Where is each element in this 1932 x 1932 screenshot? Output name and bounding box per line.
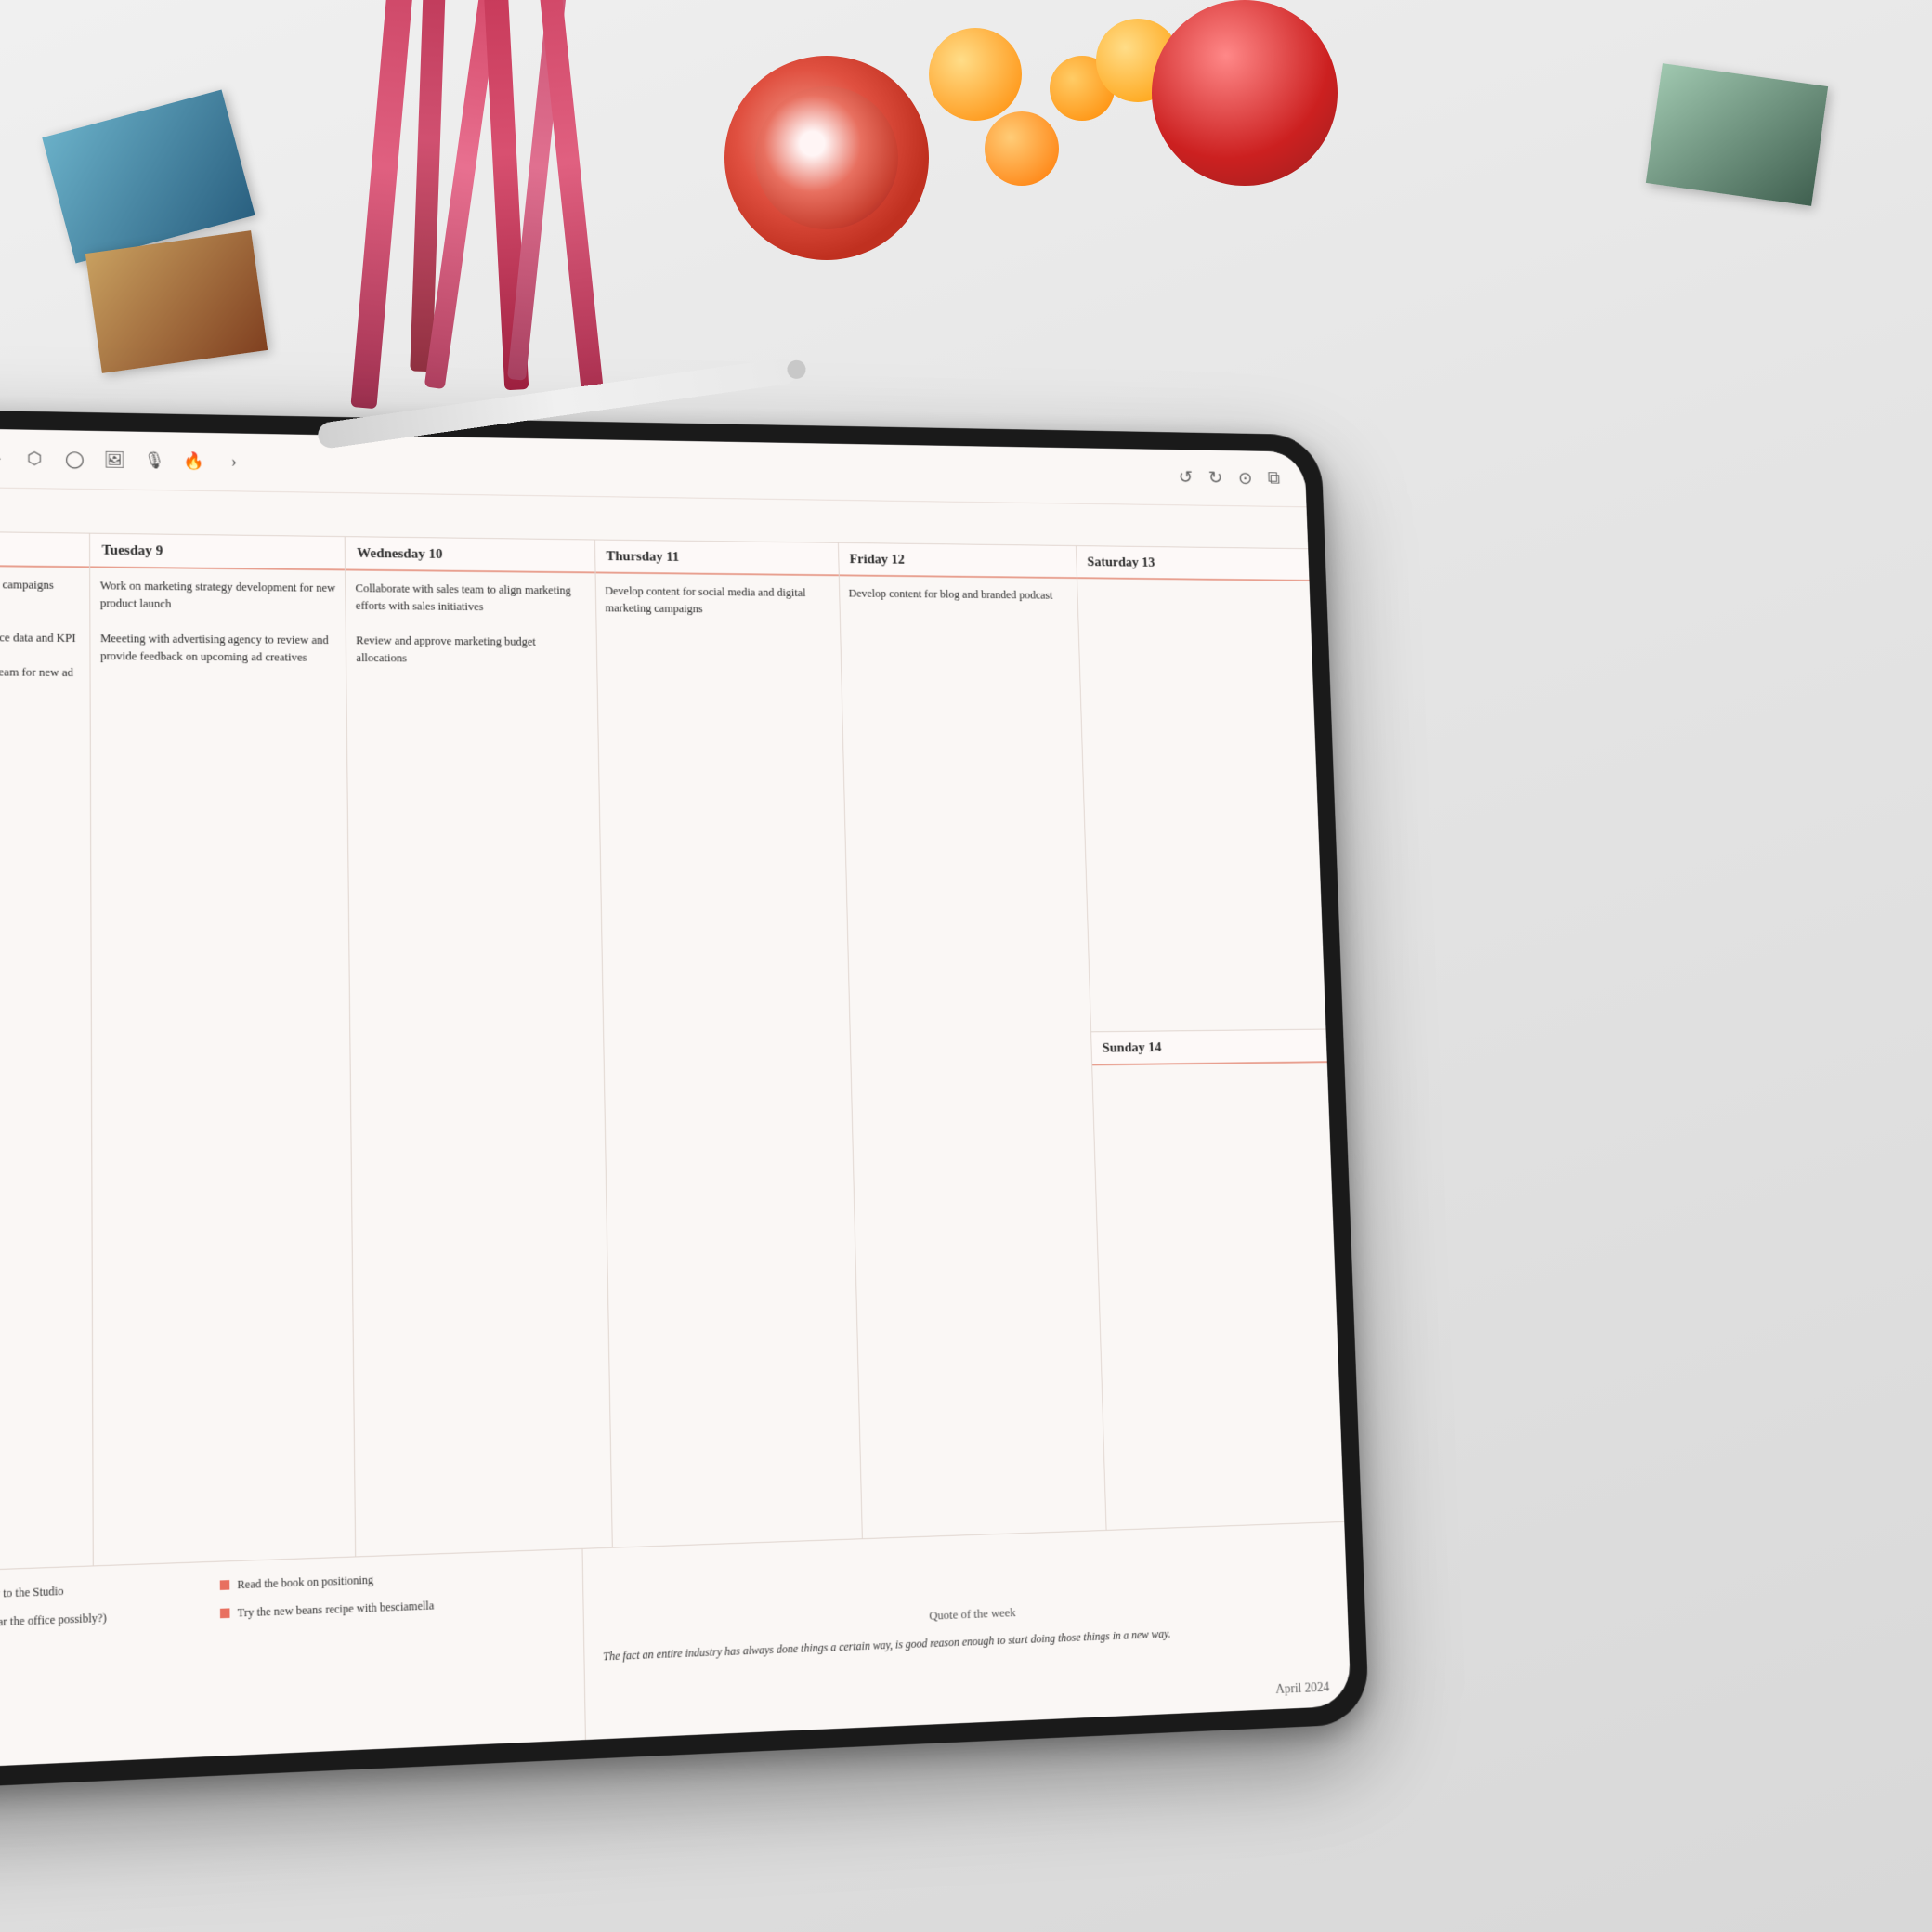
bottom-text-2: Sign up for yoga classes (near the offic… [0,1610,107,1636]
image-icon[interactable]: 🖼 [101,447,128,473]
bottom-text-4: Try the new beans recipe with besciamell… [238,1598,435,1621]
shape-icon[interactable]: ◯ [61,447,88,473]
bullet-4 [220,1608,230,1618]
sunday-header: Sunday 14 [1091,1029,1327,1065]
friday-event-1: Develop content for blog and branded pod… [848,585,1068,605]
bottom-left: Remember to leave a review to the Studio… [0,1549,584,1774]
wednesday-header: Wednesday 10 [346,537,594,573]
bottom-right: Quote of the week The fact an entire ind… [581,1522,1351,1740]
share-icon[interactable]: ⊙ [1237,467,1252,490]
calendar-content: Week 15 >> Monday 8 meeting to discuss i… [0,486,1351,1773]
bottom-text-1: Remember to leave a review to the Studio [0,1583,64,1607]
friday-events: Develop content for blog and branded pod… [839,576,1105,1538]
friday-header: Friday 12 [839,543,1077,579]
thursday-header: Thursday 11 [594,540,838,576]
saturday-header: Saturday 13 [1077,546,1310,581]
bottom-item-1: Remember to leave a review to the Studio [0,1578,201,1608]
orange-1 [929,28,1022,121]
mic-icon[interactable]: 🎙 [141,448,168,474]
toolbar-left: ✏️ 🖊️ 🖍️ ◇ ⬡ ◯ 🖼 🎙 🔥 › [0,443,247,475]
weekend-column: Saturday 13 Sunday 14 [1077,546,1344,1530]
wednesday-events: Collaborate with sales team to align mar… [346,570,611,1556]
toolbar-right: ↺ ↻ ⊙ ⧉ [1178,466,1280,490]
filter-icon[interactable]: ⬡ [21,446,48,472]
thursday-column: Thursday 11 Develop content for social m… [594,540,862,1547]
thursday-events: Develop content for social media and dig… [595,573,861,1547]
bottom-item-4: Try the new beans recipe with besciamell… [220,1593,564,1622]
tablet-screen: ✏️ 🖊️ 🖍️ ◇ ⬡ ◯ 🖼 🎙 🔥 › ↺ ↻ ⊙ ⧉ [0,426,1351,1773]
monday-event-2: ew and analyse marketing ormance data an… [0,628,80,647]
tablet: ✏️ 🖊️ 🖍️ ◇ ⬡ ◯ 🖼 🎙 🔥 › ↺ ↻ ⊙ ⧉ [0,408,1369,1795]
tuesday-events: Work on marketing strategy development f… [90,568,355,1565]
tuesday-event-2: Meeeting with advertising agency to revi… [100,630,337,667]
wednesday-event-2: Review and approve marketing budget allo… [356,632,587,669]
diamond-icon[interactable]: ◇ [0,445,7,471]
monday-event-3: nstorming session with creative team for… [0,662,80,700]
tuesday-header: Tuesday 9 [90,534,345,571]
bottom-col-2: Read the book on positioning Try the new… [220,1565,566,1741]
sunday-label: Sunday 14 [1103,1038,1317,1056]
redo-icon[interactable]: ↻ [1208,467,1222,490]
monday-column: Monday 8 meeting to discuss ing marketin… [0,530,94,1574]
saturday-section: Saturday 13 [1077,546,1326,1032]
undo-icon[interactable]: ↺ [1178,466,1193,489]
bottom-col-1: Remember to leave a review to the Studio… [0,1578,202,1756]
wednesday-column: Wednesday 10 Collaborate with sales team… [346,537,612,1556]
monday-header: Monday 8 [0,530,89,568]
bullet-3 [220,1580,230,1590]
calendar-grid: Monday 8 meeting to discuss ing marketin… [0,530,1344,1574]
month-label: April 2024 [1275,1681,1329,1699]
friday-column: Friday 12 Develop content for blog and b… [839,543,1107,1538]
tuesday-label: Tuesday 9 [102,543,334,562]
photo-decoration-3 [1646,63,1828,206]
saturday-label: Saturday 13 [1087,555,1299,573]
monday-event-1: meeting to discuss ing marketing campaig… [0,574,80,612]
blood-orange-decoration [724,56,929,260]
red-fruit-decoration [1152,0,1338,186]
sunday-section: Sunday 14 [1091,1029,1344,1530]
tuesday-event-1: Work on marketing strategy development f… [100,577,336,615]
monday-events: meeting to discuss ing marketing campaig… [0,565,93,1574]
thursday-event-1: Develop content for social media and dig… [605,582,830,620]
bottom-item-2: Sign up for yoga classes (near the offic… [0,1606,201,1636]
tuesday-column: Tuesday 9 Work on marketing strategy dev… [90,534,356,1566]
copy-icon[interactable]: ⧉ [1267,469,1280,490]
chevron-right-icon[interactable]: › [221,449,248,475]
photo-decoration-2 [85,230,268,373]
bottom-text-3: Read the book on positioning [237,1572,373,1593]
monday-label: Monday 8 [0,540,78,558]
wednesday-event-1: Collaborate with sales team to align mar… [356,580,586,617]
thursday-label: Thursday 11 [606,549,827,567]
flame-icon[interactable]: 🔥 [181,449,208,475]
wednesday-label: Wednesday 10 [357,546,583,564]
friday-label: Friday 12 [849,553,1065,570]
bottom-item-3: Read the book on positioning [220,1565,564,1594]
orange-2 [985,111,1059,186]
